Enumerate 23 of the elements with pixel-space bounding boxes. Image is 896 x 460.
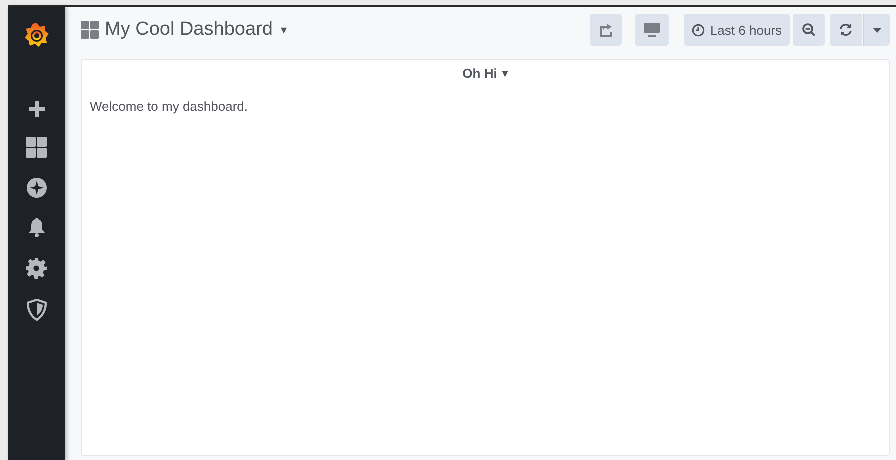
zoom-out-icon xyxy=(802,23,816,37)
panel-title[interactable]: Oh Hi ▾ xyxy=(462,66,508,81)
share-icon xyxy=(598,23,614,37)
shield-icon[interactable] xyxy=(26,299,46,321)
logo-icon[interactable] xyxy=(24,21,50,49)
caret-icon xyxy=(872,28,882,32)
panel-text: Welcome to my dashboard. xyxy=(90,99,249,114)
refresh-button[interactable] xyxy=(830,14,862,46)
settings-icon[interactable] xyxy=(26,258,47,279)
time-picker-button[interactable]: Last 6 hours xyxy=(684,14,790,46)
bell-icon[interactable] xyxy=(28,218,44,238)
dashboard-title[interactable]: My Cool Dashboard ▾ xyxy=(105,19,287,41)
tv-mode-button[interactable] xyxy=(635,14,670,46)
compass-icon[interactable] xyxy=(26,178,46,198)
zoom-out-button[interactable] xyxy=(793,14,825,46)
grid-icon[interactable] xyxy=(26,137,47,158)
share-button[interactable] xyxy=(590,14,622,46)
plus-icon[interactable] xyxy=(28,101,44,117)
refresh-icon xyxy=(839,23,853,37)
refresh-menu-button[interactable] xyxy=(863,14,890,46)
monitor-icon xyxy=(643,22,662,38)
clock-icon xyxy=(692,24,706,36)
dashboard-icon xyxy=(81,21,99,39)
